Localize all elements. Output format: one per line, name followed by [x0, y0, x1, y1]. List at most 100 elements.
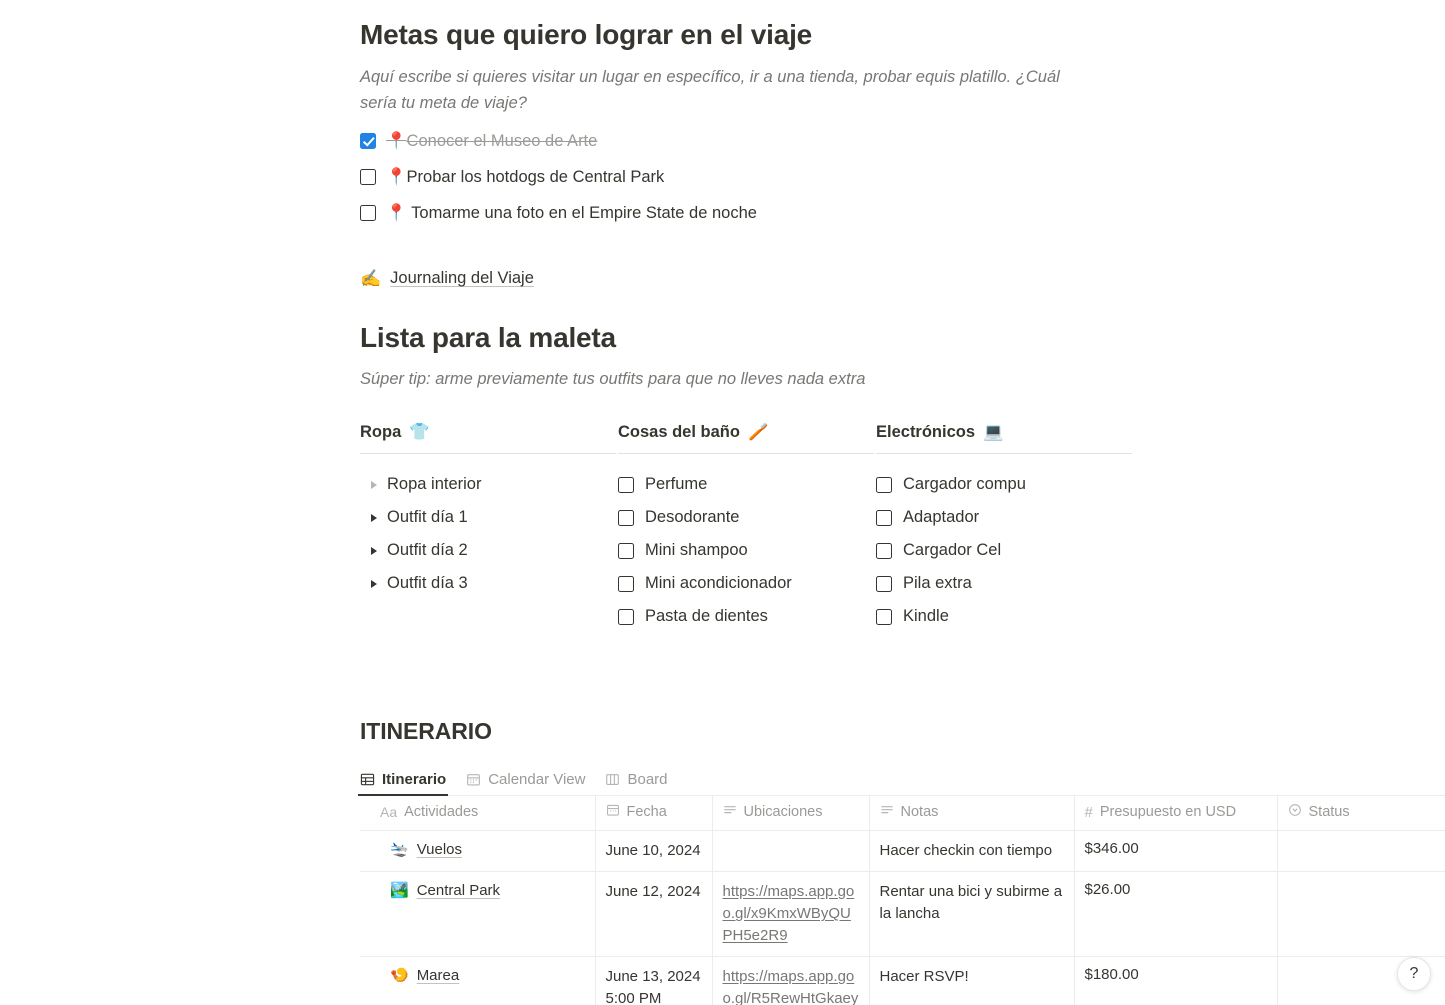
- item-checkbox[interactable]: [618, 509, 634, 526]
- item-checkbox[interactable]: [876, 575, 892, 592]
- goal-item[interactable]: 📍Probar los hotdogs de Central Park: [360, 166, 1445, 192]
- column-header-status[interactable]: Status: [1277, 796, 1445, 832]
- tab-itinerario[interactable]: Itinerario: [357, 771, 449, 797]
- check-item[interactable]: Perfume: [618, 468, 874, 501]
- goals-caption: Aquí escribe si quieres visitar un lugar…: [360, 67, 1060, 112]
- itinerary-title: ITINERARIO: [360, 718, 492, 745]
- check-label: Pasta de dientes: [645, 607, 768, 626]
- check-item[interactable]: Kindle: [876, 600, 1132, 633]
- notion-page: Metas que quiero lograr en el viaje Aquí…: [0, 0, 1445, 1005]
- check-item[interactable]: Cargador compu: [876, 468, 1132, 501]
- chevron-right-icon[interactable]: [371, 546, 377, 555]
- number-hash-icon: #: [1084, 803, 1093, 821]
- calendar-icon: [466, 772, 481, 787]
- goal-text: Tomarme una foto en el Empire State de n…: [411, 203, 757, 222]
- location-url[interactable]: https://maps.app.goo.gl/R5RewHtGkaeyaMLa…: [723, 966, 860, 1005]
- cell-presupuesto[interactable]: $26.00: [1074, 871, 1278, 958]
- toggle-label: Outfit día 2: [387, 541, 468, 560]
- itinerary-view-tabs: Itinerario Calendar View Board: [357, 763, 1445, 797]
- activity-name: Central Park: [416, 881, 501, 899]
- item-checkbox[interactable]: [876, 542, 892, 559]
- toggle-item[interactable]: Outfit día 2: [360, 534, 616, 567]
- toggle-item[interactable]: Ropa interior: [360, 468, 616, 501]
- item-checkbox[interactable]: [618, 542, 634, 559]
- goal-checkbox[interactable]: [360, 204, 376, 221]
- item-checkbox[interactable]: [876, 509, 892, 526]
- cell-presupuesto[interactable]: $180.00: [1074, 956, 1278, 1005]
- goal-checkbox[interactable]: [360, 168, 376, 185]
- goal-label: 📍Probar los hotdogs de Central Park: [386, 166, 664, 188]
- column-header-fecha[interactable]: Fecha: [595, 796, 713, 832]
- goals-todo-list: 📍Conocer el Museo de Arte 📍Probar los ho…: [360, 130, 1445, 228]
- check-label: Desodorante: [645, 508, 740, 527]
- cell-presupuesto[interactable]: $346.00: [1074, 830, 1278, 873]
- item-checkbox[interactable]: [618, 575, 634, 592]
- page-content: Metas que quiero lograr en el viaje Aquí…: [357, 0, 1445, 1005]
- chevron-right-icon[interactable]: [371, 480, 377, 489]
- column-header-notas[interactable]: Notas: [869, 796, 1075, 832]
- packing-column-title: Electrónicos: [876, 422, 976, 441]
- item-checkbox[interactable]: [876, 608, 892, 625]
- chevron-right-icon[interactable]: [371, 579, 377, 588]
- item-checkbox[interactable]: [618, 608, 634, 625]
- cell-fecha[interactable]: June 13, 2024 5:00 PM: [595, 956, 713, 1005]
- tab-board[interactable]: Board: [605, 771, 668, 795]
- cell-actividad[interactable]: 🏞️ Central Park: [360, 871, 596, 958]
- cell-fecha[interactable]: June 12, 2024: [595, 871, 713, 958]
- toggle-item[interactable]: Outfit día 1: [360, 501, 616, 534]
- cell-status[interactable]: [1277, 830, 1445, 873]
- board-icon: [605, 772, 620, 787]
- check-item[interactable]: Pila extra: [876, 567, 1132, 600]
- cell-notas[interactable]: Rentar una bici y subirme a la lancha: [869, 871, 1075, 958]
- check-item[interactable]: Pasta de dientes: [618, 600, 874, 633]
- itinerary-database: ITINERARIO Itinerario Calendar View Boar…: [357, 718, 1445, 1005]
- goal-item[interactable]: 📍 Tomarme una foto en el Empire State de…: [360, 202, 1445, 228]
- activity-name: Marea: [416, 966, 460, 984]
- table-icon: [360, 772, 375, 787]
- packing-column-heading: Ropa 👕: [360, 422, 616, 455]
- chevron-right-icon[interactable]: [371, 513, 377, 522]
- journaling-page-link[interactable]: ✍️ Journaling del Viaje: [360, 269, 534, 289]
- goal-item[interactable]: 📍Conocer el Museo de Arte: [360, 130, 1445, 156]
- goal-checkbox[interactable]: [360, 132, 376, 149]
- location-url[interactable]: https://maps.app.goo.gl/x9KmxWByQUPH5e2R…: [723, 881, 860, 947]
- cell-ubicacion[interactable]: https://maps.app.goo.gl/R5RewHtGkaeyaMLa…: [712, 956, 870, 1005]
- tab-calendar-view[interactable]: Calendar View: [466, 771, 585, 795]
- title-aa-icon: Aa: [380, 804, 398, 821]
- table-row[interactable]: 🏞️ Central Park June 12, 2024 https://ma…: [360, 871, 1445, 958]
- cell-actividad[interactable]: 🛬 Vuelos: [360, 830, 596, 873]
- check-label: Mini shampoo: [645, 541, 748, 560]
- check-item[interactable]: Mini shampoo: [618, 534, 874, 567]
- check-item[interactable]: Adaptador: [876, 501, 1132, 534]
- text-lines-icon: [880, 803, 894, 821]
- help-button[interactable]: ?: [1397, 957, 1431, 991]
- item-checkbox[interactable]: [876, 476, 892, 493]
- cell-notas[interactable]: Hacer RSVP!: [869, 956, 1075, 1005]
- column-header-ubicaciones[interactable]: Ubicaciones: [712, 796, 870, 832]
- toggle-item[interactable]: Outfit día 3: [360, 567, 616, 600]
- packing-column-body: Perfume Desodorante Mini shampoo Mini ac…: [618, 454, 874, 633]
- column-header-presupuesto[interactable]: # Presupuesto en USD: [1074, 796, 1278, 832]
- cell-actividad[interactable]: 🍤 Marea: [360, 956, 596, 1005]
- cell-ubicacion[interactable]: https://maps.app.goo.gl/x9KmxWByQUPH5e2R…: [712, 871, 870, 958]
- packing-column-title: Cosas del baño: [618, 422, 740, 441]
- check-item[interactable]: Desodorante: [618, 501, 874, 534]
- cell-ubicacion[interactable]: [712, 830, 870, 873]
- tab-label: Itinerario: [382, 771, 447, 789]
- cell-fecha[interactable]: June 10, 2024: [595, 830, 713, 873]
- column-header-actividades[interactable]: Aa Actividades: [360, 796, 596, 832]
- column-header-label: Status: [1308, 804, 1350, 821]
- item-checkbox[interactable]: [618, 476, 634, 493]
- cell-notas[interactable]: Hacer checkin con tiempo: [869, 830, 1075, 873]
- goal-text: Conocer el Museo de Arte: [406, 131, 598, 150]
- check-item[interactable]: Cargador Cel: [876, 534, 1132, 567]
- text-lines-icon: [723, 803, 737, 821]
- goals-heading: Metas que quiero lograr en el viaje: [360, 19, 813, 50]
- pin-icon: 📍: [386, 130, 407, 150]
- airplane-arriving-icon: 🛬: [390, 840, 409, 859]
- table-row[interactable]: 🍤 Marea June 13, 2024 5:00 PM https://ma…: [360, 956, 1445, 1005]
- check-item[interactable]: Mini acondicionador: [618, 567, 874, 600]
- cell-status[interactable]: [1277, 871, 1445, 958]
- tshirt-icon: 👕: [409, 422, 430, 442]
- table-row[interactable]: 🛬 Vuelos June 10, 2024 Hacer checkin con…: [360, 830, 1445, 873]
